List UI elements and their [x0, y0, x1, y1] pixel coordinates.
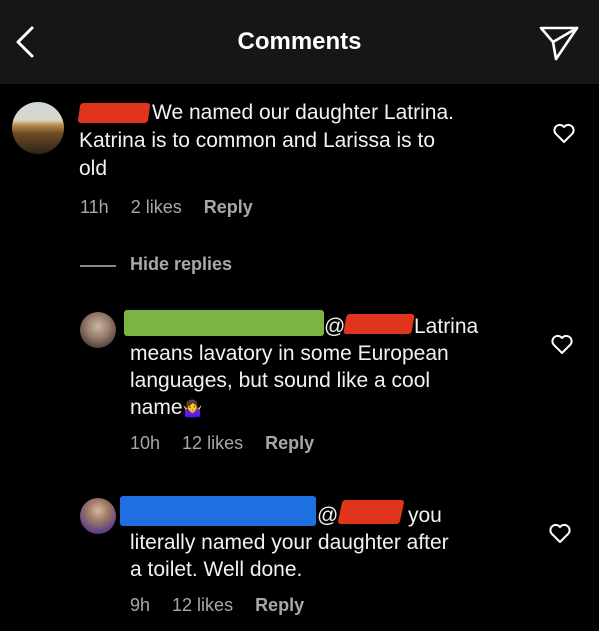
comment-meta: 9h 12 likes Reply	[130, 595, 326, 616]
comment-meta: 10h 12 likes Reply	[130, 433, 336, 454]
comment-time: 9h	[130, 595, 151, 615]
heart-icon[interactable]	[550, 333, 574, 355]
comment-text-line: Katrina is to common and Larissa is to	[79, 129, 435, 152]
page-title: Comments	[237, 28, 362, 55]
redacted-username	[124, 310, 324, 336]
heart-icon[interactable]	[552, 122, 576, 144]
heart-icon[interactable]	[548, 522, 572, 544]
mention-at: @	[317, 504, 339, 527]
like-count[interactable]: 2 likes	[131, 197, 182, 217]
reply-text: name	[130, 396, 183, 419]
comment-text-line: We named our daughter Latrina.	[152, 101, 454, 124]
shrug-emoji: 🤷‍♀️	[182, 401, 203, 418]
reply-text-line: a toilet. Well done.	[130, 558, 303, 581]
like-count[interactable]: 12 likes	[172, 595, 233, 615]
hide-replies-button[interactable]: Hide replies	[130, 254, 232, 275]
comment-time: 11h	[80, 197, 109, 217]
like-count[interactable]: 12 likes	[182, 433, 243, 453]
redacted-username	[120, 496, 316, 526]
avatar[interactable]	[80, 498, 116, 534]
avatar[interactable]	[80, 312, 116, 348]
comment-text-line: old	[79, 157, 108, 180]
reply-button[interactable]: Reply	[265, 433, 314, 453]
reply-text-line: name🤷‍♀️	[130, 395, 202, 423]
top-bar: Comments	[0, 0, 599, 84]
mention-text: you	[408, 504, 442, 527]
comment-meta: 11h 2 likes Reply	[80, 197, 275, 218]
reply-text-line: languages, but sound like a cool	[130, 369, 431, 392]
reply-button[interactable]: Reply	[204, 197, 253, 217]
redacted-mention	[343, 314, 415, 334]
redacted-mention	[337, 500, 405, 524]
comment-time: 10h	[130, 433, 161, 453]
divider-line	[80, 265, 116, 267]
mention-at: @	[324, 315, 346, 338]
paper-plane-icon[interactable]	[538, 22, 580, 62]
reply-text-line: literally named your daughter after	[130, 531, 449, 554]
avatar[interactable]	[12, 102, 64, 154]
reply-button[interactable]: Reply	[255, 595, 304, 615]
redacted-username	[77, 103, 151, 123]
reply-text-line: means lavatory in some European	[130, 342, 449, 365]
mention-text: Latrina	[414, 315, 479, 338]
